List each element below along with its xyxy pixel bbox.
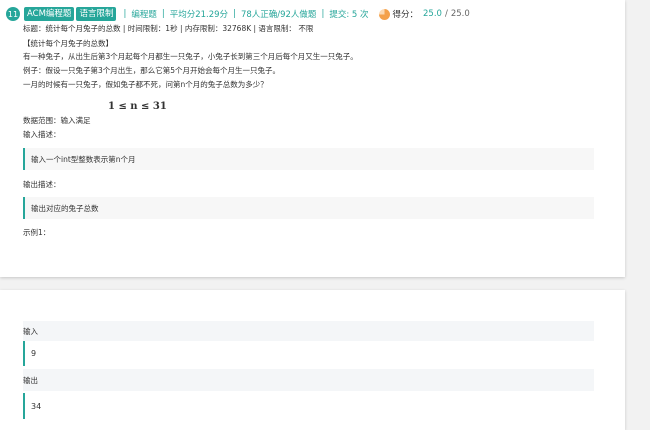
output-desc-label: 输出描述： xyxy=(23,180,61,189)
example-input-box[interactable]: 9 xyxy=(23,341,594,366)
example-label: 示例1： xyxy=(23,228,51,237)
input-desc-label: 输入描述： xyxy=(23,130,61,139)
example-output-label: 输出 xyxy=(23,375,38,385)
example-card: 输入 9 输出 34 xyxy=(0,290,625,430)
example-input-label: 输入 xyxy=(23,326,38,336)
submission-count[interactable]: 提交: 5 次 xyxy=(329,8,368,20)
problem-desc-3: 一月的时候有一只兔子，假如兔子都不死，问第n个月的兔子总数为多少？ xyxy=(23,80,268,89)
question-number-badge: 11 xyxy=(6,7,20,21)
score-label: 得分： xyxy=(392,10,419,20)
output-desc-box: 输出对应的兔子总数 xyxy=(23,197,594,219)
score-total: 25.0 xyxy=(450,9,470,19)
output-desc-text: 输出对应的兔子总数 xyxy=(31,203,99,213)
category-label: 编程题 xyxy=(131,10,157,20)
example-input-value: 9 xyxy=(31,349,37,358)
average-score: 平均分21.29分 xyxy=(169,10,229,20)
problem-desc-2: 例子：假设一只兔子第3个月出生，那么它第5个月开始会每个月生一只兔子。 xyxy=(23,66,281,75)
score-pie-icon xyxy=(378,8,390,20)
input-desc-text: 输入一个int型整数表示第n个月 xyxy=(31,154,136,164)
range-formula: 1 ≤ n ≤ 31 xyxy=(108,101,167,112)
input-desc-box: 输入一个int型整数表示第n个月 xyxy=(23,148,594,170)
separator: | xyxy=(123,9,127,19)
example-output-box[interactable]: 34 xyxy=(23,393,594,419)
tag-language-limit[interactable]: 语言限制 xyxy=(76,7,117,21)
separator: | xyxy=(233,9,236,19)
separator: | xyxy=(161,9,165,19)
correct-stats: 78人正确/92人做题 xyxy=(240,10,317,20)
example-output-header: 输出 xyxy=(23,369,594,391)
separator: | xyxy=(321,9,325,19)
example-input-header: 输入 xyxy=(23,321,594,341)
example-output-value: 34 xyxy=(31,401,42,411)
tag-acm[interactable]: ACM编程题 xyxy=(24,7,75,21)
problem-desc-1: 有一种兔子，从出生后第3个月起每个月都生一只兔子，小兔子长到第三个月后每个月又生… xyxy=(23,52,358,61)
score-value: 25.0 xyxy=(423,9,442,19)
problem-meta-line: 标题：统计每个月兔子的总数 | 时间限制：1秒 | 内存限制：32768K | … xyxy=(23,24,314,33)
range-label: 数据范围：输入满足 xyxy=(23,116,91,125)
problem-heading: 【统计每个月兔子的总数】 xyxy=(23,39,113,48)
problem-card: 11 ACM编程题 语言限制 | 编程题 | 平均分21.29分 | 78人正确… xyxy=(0,0,625,277)
score-separator: / xyxy=(444,9,448,19)
problem-header: 11 ACM编程题 语言限制 | 编程题 | 平均分21.29分 | 78人正确… xyxy=(6,6,470,22)
